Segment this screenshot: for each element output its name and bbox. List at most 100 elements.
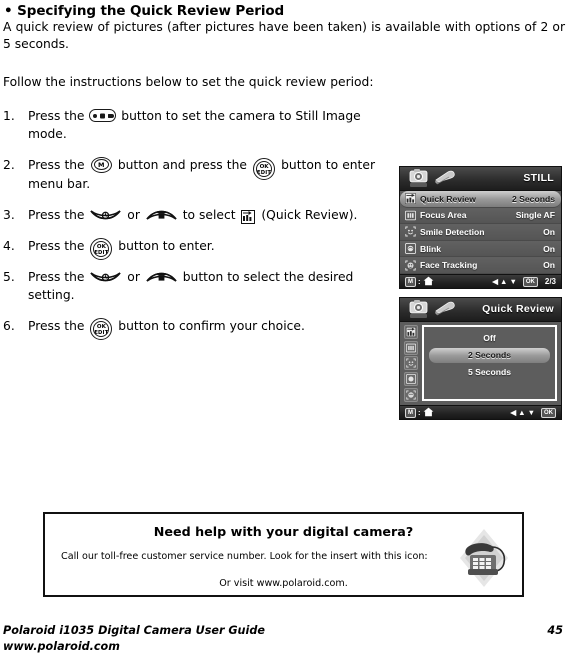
step-text-pre: Press the [28,109,85,123]
wrench-setup-icon[interactable] [433,168,457,193]
step-text-post: button to confirm your choice. [118,318,305,333]
blink-icon[interactable] [404,372,418,387]
intro-paragraph: A quick review of pictures (after pictur… [3,20,565,51]
arrow-up-icon[interactable]: ▲ [500,278,507,286]
lcd-tab-icons [408,299,457,324]
menu-row-smile-detection[interactable]: Smile Detection On [400,224,561,241]
step-6: 6. Press the OK EDIT button to confirm yo… [3,317,375,340]
lcd-title: Quick Review [482,303,554,315]
option-5-seconds[interactable]: 5 Seconds [429,365,550,380]
menu-row-blink[interactable]: Blink On [400,240,561,258]
telephone-icon [454,527,514,589]
quick-review-icon[interactable] [404,324,418,339]
lcd-status-bar: M : ◀ ▲ ▼ OK [400,405,561,419]
step-4: 4. Press the OK EDIT button to enter. [3,237,375,260]
footer-page-number: 45 [547,624,563,637]
menu-row-quick-review[interactable]: Quick Review 2 Seconds [400,191,561,208]
step-text-post: button to enter. [118,238,215,253]
lcd-header: STILL [400,167,561,191]
step-3: 3. Press the or to select (Quick Review)… [3,206,375,224]
step-text-mid: or [127,207,140,222]
menu-button-badge[interactable]: M [405,276,416,287]
option-list: Off 2 Seconds 5 Seconds [422,325,557,401]
manual-page: • Specifying the Quick Review Period A q… [0,0,567,668]
step-text-pre: Press the [28,318,85,333]
status-separator: : [418,277,421,286]
step-text-mid: or [127,269,140,284]
self-timer-up-button-icon [89,271,122,286]
lcd-screenshot-quick-review-options: Quick Review Off 2 Seconds 5 Seconds M:… [399,297,562,420]
step-text-pre: Press the [28,207,85,222]
menu-row-focus-area[interactable]: Focus Area Single AF [400,207,561,225]
option-off[interactable]: Off [429,331,550,346]
focus-area-icon [405,210,416,221]
lcd-status-left: M : [405,276,434,288]
step-text: Press the or [28,206,375,224]
ok-button-badge[interactable]: OK [541,407,556,418]
menu-row-value: On [543,243,555,254]
step-text-pre: Press the [28,158,85,172]
option-2-seconds[interactable]: 2 Seconds [429,348,550,363]
menu-row-value: On [543,260,555,271]
menu-button-icon: M [90,156,112,173]
step-2: 2. Press the M button and press the OK ED… [3,156,375,193]
arrow-up-icon[interactable]: ▲ [518,409,525,417]
camera-settings-icon[interactable] [408,299,430,324]
self-timer-up-button-icon [89,209,122,224]
step-1: 1. Press the button to set the camera to… [3,107,375,143]
delete-down-button-icon [145,271,178,286]
arrow-down-icon[interactable]: ▼ [509,278,516,286]
menu-button-badge[interactable]: M [405,407,416,418]
step-number: 5. [3,269,15,284]
step-number: 6. [3,318,15,333]
step-text-mid2: to select [182,207,236,222]
face-tracking-icon[interactable] [404,388,418,403]
steps-list: 1. Press the button to set the camera to… [3,107,375,348]
footer-guide-title: Polaroid i1035 Digital Camera User Guide [3,624,265,637]
step-text-pre: Press the [28,238,85,253]
lcd-tab-icons [408,168,457,193]
menu-row-value: Single AF [515,210,555,221]
menu-row-value: On [543,226,555,237]
menu-row-value: 2 Seconds [512,193,555,204]
lcd-menu-list: Quick Review 2 Seconds Focus Area Single… [400,191,561,274]
lcd-status-right: ◀ ▲ ▼ OK [510,407,556,418]
page-title: • Specifying the Quick Review Period [4,3,284,19]
lcd-title: STILL [523,172,554,184]
focus-area-icon[interactable] [404,340,418,355]
step-number: 2. [3,158,15,172]
lcd-status-left: M : [405,407,434,419]
wrench-setup-icon[interactable] [433,299,457,324]
step-text: Press the button to set the camera to St… [28,107,375,143]
smile-detection-icon [405,226,416,237]
blink-icon [405,243,416,255]
arrow-left-icon[interactable]: ◀ [510,409,516,417]
arrow-down-icon[interactable]: ▼ [528,409,535,417]
home-icon[interactable] [423,407,434,419]
home-icon[interactable] [423,276,434,288]
ok-button-badge[interactable]: OK [522,276,538,287]
lcd-side-rail [400,322,422,405]
face-tracking-icon [405,260,416,271]
step-text: Press the or [28,268,375,304]
page-indicator: 2/3 [544,277,556,286]
quick-review-icon [405,193,416,205]
smile-detection-icon[interactable] [404,356,418,371]
quick-review-icon [241,209,256,224]
menu-row-face-tracking[interactable]: Face Tracking On [400,257,561,274]
help-title: Need help with your digital camera? [153,524,414,539]
step-text-mid: button and press the [117,158,247,172]
lcd-header: Quick Review [400,298,561,322]
arrow-left-icon[interactable]: ◀ [492,278,498,286]
menu-row-label: Blink [420,243,442,254]
help-line: Call our toll-free customer service numb… [61,551,428,562]
delete-down-button-icon [145,209,178,224]
camera-settings-icon[interactable] [408,168,430,193]
step-text: Press the OK EDIT button to confirm your … [28,317,375,340]
menu-row-label: Focus Area [420,210,467,221]
ok-edit-button-icon: OK EDIT [90,318,113,340]
lcd-status-bar: M : ◀ ▲ ▼ OK 2/3 [400,274,561,288]
lcd-screenshot-still-menu: STILL Quick Review 2 Seconds Focus Area … [399,166,562,289]
step-5: 5. Press the or button to select the des… [3,268,375,304]
section-title-text: Specifying the Quick Review Period [17,3,285,19]
